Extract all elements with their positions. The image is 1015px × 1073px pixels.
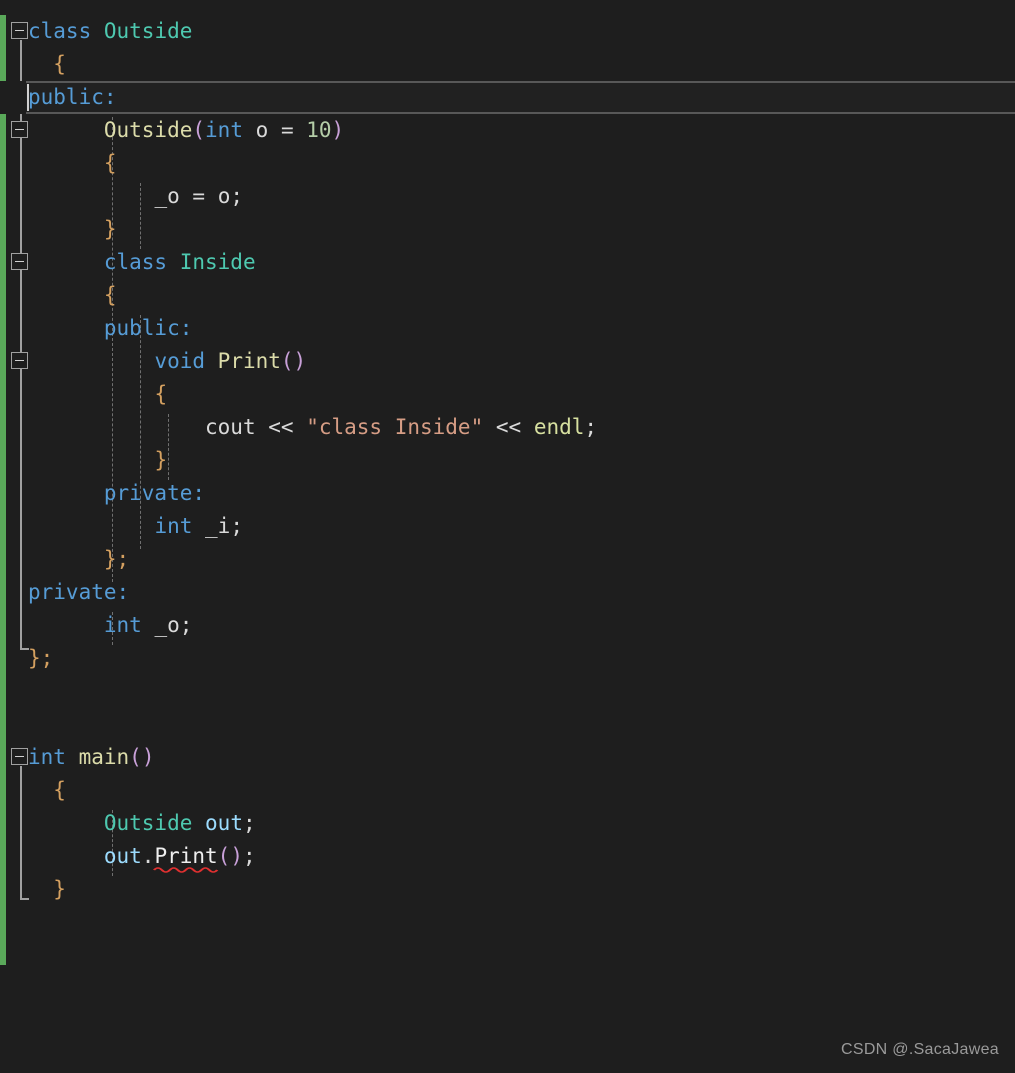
- token-brace-close-semi: };: [28, 646, 54, 670]
- token-keyword-class: class: [28, 19, 92, 43]
- watermark: CSDN @.SacaJawea: [841, 1041, 999, 1058]
- code-line-11[interactable]: void Print(): [0, 345, 1015, 378]
- token-brace-close: }: [103, 217, 117, 241]
- code-line-15[interactable]: private:: [0, 477, 1015, 510]
- code-line-1[interactable]: class Outside: [0, 15, 1015, 48]
- token-paren-empty: (): [129, 745, 155, 769]
- token-constructor-outside: Outside: [103, 118, 193, 142]
- code-line-10[interactable]: public:: [0, 312, 1015, 345]
- token-keyword-class: class: [103, 250, 168, 274]
- token-function-print: Print: [217, 349, 281, 373]
- token-semicolon: ;: [584, 415, 598, 439]
- code-line-8[interactable]: class Inside: [0, 246, 1015, 279]
- token-endl: endl: [533, 415, 585, 439]
- code-line-3-current[interactable]: public:: [0, 81, 1015, 114]
- token-brace-close: }: [53, 877, 66, 901]
- token-paren-open: (: [192, 118, 206, 142]
- token-number-10: 10: [306, 118, 332, 142]
- token-keyword-int: int: [154, 514, 193, 538]
- code-line-22-blank[interactable]: [0, 708, 1015, 741]
- code-line-17[interactable]: };: [0, 543, 1015, 576]
- code-line-12[interactable]: {: [0, 378, 1015, 411]
- token-brace-open: {: [103, 151, 117, 175]
- token-operator-dot: .: [141, 844, 155, 868]
- token-variable-out: out: [103, 844, 142, 868]
- code-line-23[interactable]: int main(): [0, 741, 1015, 774]
- code-line-14[interactable]: }: [0, 444, 1015, 477]
- token-semicolon: ;: [230, 184, 244, 208]
- code-line-26[interactable]: out.Print ();: [0, 840, 1015, 873]
- code-line-25[interactable]: Outside out;: [0, 807, 1015, 840]
- token-paren-empty: (): [217, 844, 243, 868]
- token-operator-assign: =: [192, 184, 206, 208]
- code-line-19[interactable]: int _o;: [0, 609, 1015, 642]
- token-member-_o: _o: [154, 613, 180, 637]
- code-surface[interactable]: class Outside { public: Outside(int o = …: [0, 15, 1015, 906]
- error-squiggle-icon: [153, 867, 219, 873]
- code-line-2[interactable]: {: [0, 48, 1015, 81]
- token-type-outside: Outside: [103, 811, 193, 835]
- token-keyword-public: public:: [103, 316, 193, 340]
- token-semicolon: ;: [242, 844, 256, 868]
- token-keyword-private: private:: [28, 580, 130, 604]
- token-type-outside: Outside: [103, 19, 193, 43]
- token-brace-close: }: [154, 448, 168, 472]
- code-line-6[interactable]: _o = o;: [0, 180, 1015, 213]
- token-semicolon: ;: [242, 811, 256, 835]
- token-semicolon: ;: [230, 514, 243, 538]
- token-function-print-error: Print: [153, 844, 219, 873]
- token-brace-open: {: [154, 382, 168, 406]
- token-brace-close-semi: };: [103, 547, 130, 571]
- token-operator-assign: =: [280, 118, 294, 142]
- code-line-7[interactable]: }: [0, 213, 1015, 246]
- code-editor[interactable]: class Outside { public: Outside(int o = …: [0, 0, 1015, 1073]
- code-line-18[interactable]: private:: [0, 576, 1015, 609]
- code-line-16[interactable]: int _i;: [0, 510, 1015, 543]
- token-string-literal: "class Inside": [306, 415, 484, 439]
- token-param-o: o: [217, 184, 231, 208]
- token-operator-shift: <<: [495, 415, 522, 439]
- token-semicolon: ;: [179, 613, 193, 637]
- token-param-o: o: [255, 118, 269, 142]
- token-brace-open: {: [53, 52, 66, 76]
- token-brace-open: {: [53, 778, 66, 802]
- token-function-main: main: [78, 745, 130, 769]
- token-keyword-int: int: [103, 613, 142, 637]
- token-stream-cout: cout: [205, 415, 256, 439]
- code-line-4[interactable]: Outside(int o = 10): [0, 114, 1015, 147]
- token-keyword-private: private:: [103, 481, 206, 505]
- token-variable-out: out: [205, 811, 243, 835]
- token-keyword-void: void: [154, 349, 206, 373]
- token-keyword-int: int: [205, 118, 243, 142]
- code-line-20[interactable]: };: [0, 642, 1015, 675]
- token-paren-empty: (): [280, 349, 307, 373]
- code-line-5[interactable]: {: [0, 147, 1015, 180]
- code-line-9[interactable]: {: [0, 279, 1015, 312]
- code-line-27[interactable]: }: [0, 873, 1015, 906]
- code-line-24[interactable]: {: [0, 774, 1015, 807]
- token-operator-shift: <<: [268, 415, 294, 439]
- token-keyword-int: int: [28, 745, 66, 769]
- token-brace-open: {: [103, 283, 117, 307]
- token-member-_i: _i: [205, 514, 231, 538]
- token-member-_o: _o: [154, 184, 180, 208]
- code-line-13[interactable]: cout << "class Inside" << endl;: [0, 411, 1015, 444]
- token-paren-close: ): [331, 118, 345, 142]
- code-line-21-blank[interactable]: [0, 675, 1015, 708]
- token-type-inside: Inside: [179, 250, 256, 274]
- token-keyword-public: public:: [28, 85, 117, 109]
